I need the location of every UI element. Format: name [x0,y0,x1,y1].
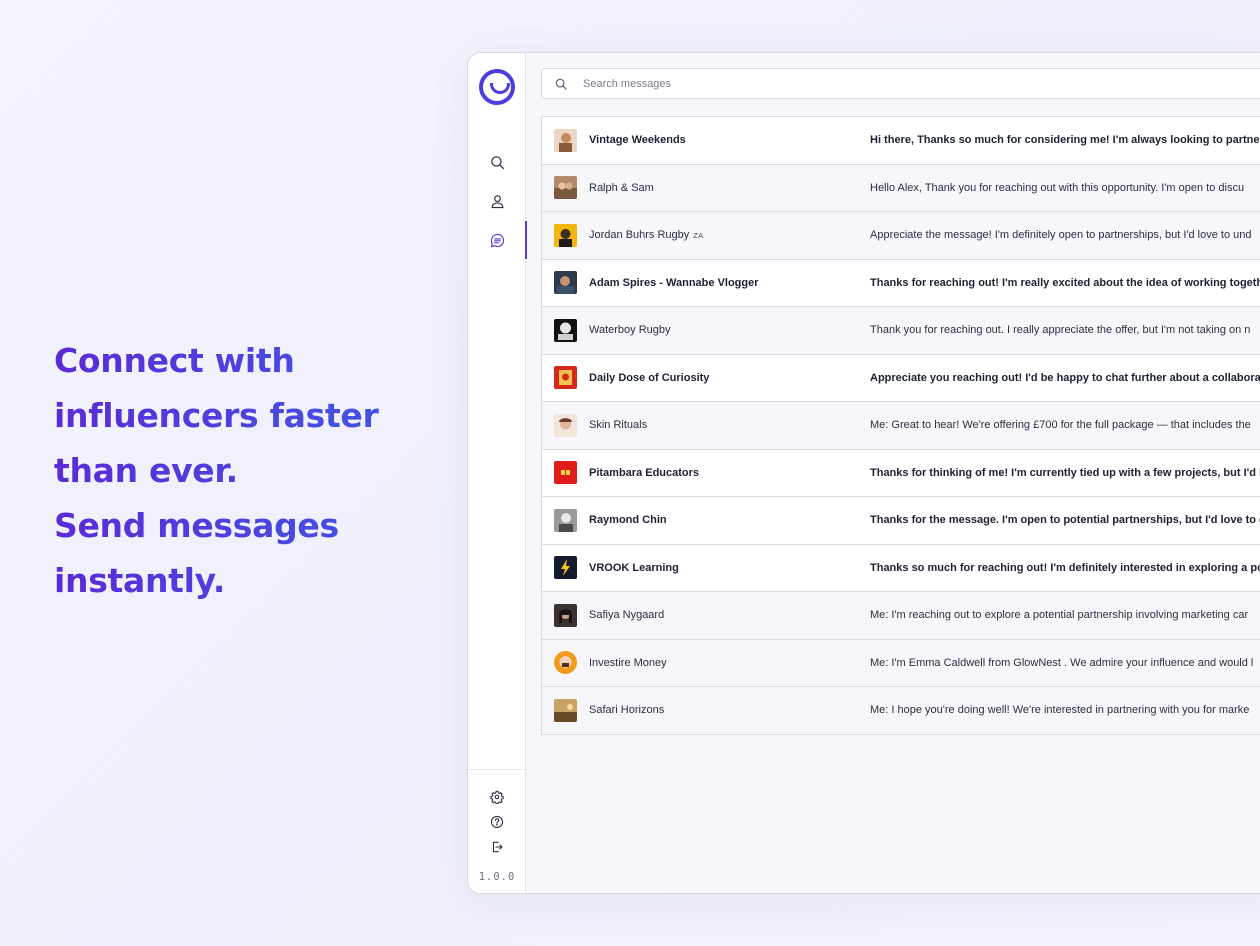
avatar [554,461,577,485]
message-row[interactable]: Daily Dose of Curiosity Appreciate you r… [542,355,1260,402]
contact-name: Ralph & Sam [589,181,654,194]
message-preview: Thanks so much for reaching out! I'm def… [870,561,1260,574]
avatar [554,603,577,627]
message-preview: Thanks for the message. I'm open to pote… [870,514,1260,527]
message-preview: Hi there, Thanks so much for considering… [870,134,1260,147]
message-row[interactable]: Jordan Buhrs Rugby ZA Appreciate the mess… [542,212,1260,260]
hero-line: influencers faster [54,388,434,443]
message-preview: Me: I'm Emma Caldwell from GlowNest . We… [870,656,1254,669]
message-preview: Thanks for reaching out! I'm really exci… [870,276,1260,289]
search-icon [490,155,504,169]
hero-line: Send messages [54,498,434,553]
contact-name: Waterboy Rugby [589,324,671,337]
message-row[interactable]: Vintage Weekends Hi there, Thanks so muc… [542,117,1260,165]
message-row[interactable]: Waterboy Rugby Thank you for reaching ou… [542,307,1260,355]
hero-line: Connect with [54,333,434,388]
smile-logo-icon[interactable] [479,69,515,105]
app-window: 1.0.0 Vintage Weekends Hi there, Thanks … [467,52,1260,894]
settings-button[interactable] [468,786,526,808]
avatar [554,128,577,152]
message-preview: Appreciate the message! I'm definitely o… [870,229,1252,242]
avatar [554,651,577,675]
search-input[interactable] [583,77,1183,90]
hero-headline: Connect with influencers faster than eve… [54,333,434,608]
message-row[interactable]: Skin Rituals Me: Great to hear! We're of… [542,402,1260,450]
user-icon [491,194,503,208]
sidebar: 1.0.0 [468,53,527,893]
message-preview: Thank you for reaching out. I really app… [870,324,1251,337]
message-row[interactable]: Pitambara Educators Thanks for thinking … [542,450,1260,497]
contact-name: Pitambara Educators [589,466,700,479]
logout-button[interactable] [468,836,526,858]
avatar [554,223,577,247]
message-row[interactable]: Adam Spires - Wannabe Vlogger Thanks for… [542,260,1260,307]
message-row[interactable]: Investire Money Me: I'm Emma Caldwell fr… [542,639,1260,687]
sidebar-messages-button[interactable] [468,221,527,259]
contact-name: Daily Dose of Curiosity [589,371,710,384]
message-row[interactable]: Safiya Nygaard Me: I'm reaching out to e… [542,592,1260,640]
contact-name: Raymond Chin [589,514,667,527]
avatar [554,508,577,532]
message-preview: Me: Great to hear! We're offering £700 f… [870,419,1251,432]
message-row[interactable]: Safari Horizons Me: I hope you're doing … [542,687,1260,735]
message-preview: Me: I'm reaching out to explore a potent… [870,609,1249,622]
help-button[interactable] [468,811,526,833]
help-icon [490,815,504,829]
contact-name: Skin Rituals [589,419,648,432]
contact-name: Jordan Buhrs Rugby ZA [589,229,704,242]
message-row[interactable]: VROOK Learning Thanks so much for reachi… [542,545,1260,592]
contact-name: Safiya Nygaard [589,609,665,622]
message-preview: Hello Alex, Thank you for reaching out w… [870,181,1245,194]
avatar [554,318,577,342]
avatar [554,556,577,580]
message-preview: Me: I hope you're doing well! We're inte… [870,704,1250,717]
app-version: 1.0.0 [478,871,516,883]
avatar [554,176,577,200]
message-preview: Thanks for thinking of me! I'm currently… [870,466,1260,479]
contact-name: Safari Horizons [589,704,665,717]
search-icon [554,77,568,91]
avatar [554,366,577,390]
contact-name: Adam Spires - Wannabe Vlogger [589,276,759,289]
sidebar-divider [468,769,526,770]
gear-icon [490,790,504,804]
sidebar-search-button[interactable] [468,143,526,181]
chat-icon [490,233,504,247]
logout-icon [492,841,503,853]
avatar [554,413,577,437]
search-bar[interactable] [541,68,1260,99]
message-row[interactable]: Ralph & Sam Hello Alex, Thank you for re… [542,164,1260,212]
message-list: Vintage Weekends Hi there, Thanks so muc… [541,116,1260,735]
message-preview: Appreciate you reaching out! I'd be happ… [870,371,1260,384]
hero-line: than ever. [54,443,434,498]
avatar [554,698,577,722]
avatar [554,271,577,295]
message-row[interactable]: Raymond Chin Thanks for the message. I'm… [542,497,1260,545]
sidebar-user-button[interactable] [468,182,526,220]
contact-name: Vintage Weekends [589,134,686,147]
hero-line: instantly. [54,553,434,608]
contact-name: VROOK Learning [589,561,679,574]
contact-name: Investire Money [589,656,667,669]
